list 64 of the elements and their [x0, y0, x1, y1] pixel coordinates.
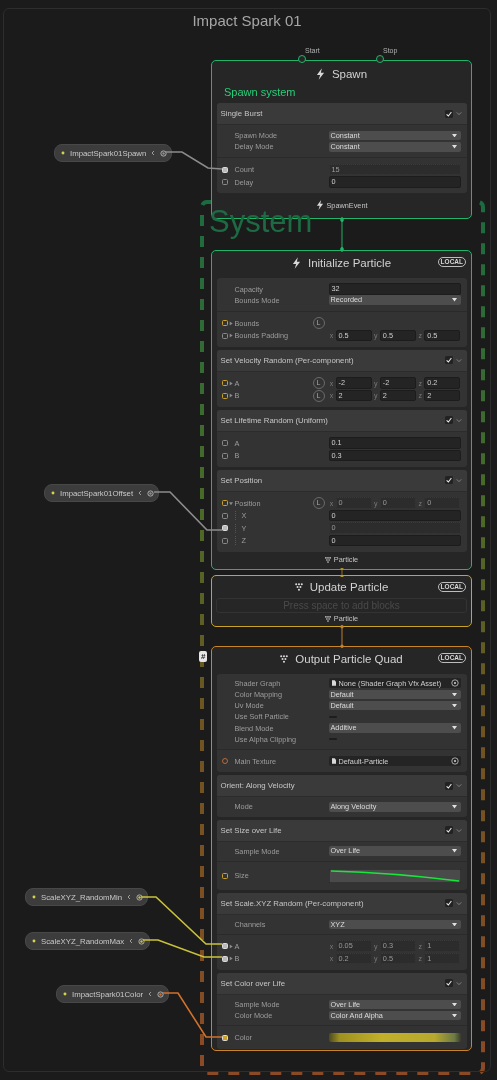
caret-icon: [451, 805, 457, 809]
lightning-icon: [291, 257, 301, 270]
lightning-icon: [315, 67, 325, 80]
flow-port-icon[interactable]: [376, 55, 384, 63]
port-icon[interactable]: [221, 500, 228, 506]
context-title: Initialize Particle: [307, 257, 392, 270]
port-icon[interactable]: [221, 380, 228, 386]
port-icon[interactable]: [221, 392, 228, 399]
expand-arrow-icon[interactable]: [228, 956, 233, 962]
chevron-left-icon[interactable]: [151, 150, 156, 156]
checkbox[interactable]: [444, 356, 453, 365]
chevron-left-icon[interactable]: [148, 991, 153, 997]
flow-port-icon[interactable]: [298, 55, 306, 63]
output-port-icon[interactable]: [136, 893, 144, 901]
particles-icon: [294, 582, 303, 591]
output-port-icon[interactable]: [160, 149, 168, 157]
port-dot-icon: [63, 992, 67, 996]
flag-badge: #: [199, 650, 208, 662]
chevron-left-icon[interactable]: [129, 938, 134, 944]
particles-icon: [280, 654, 289, 663]
expand-arrow-icon[interactable]: [228, 943, 233, 949]
caret-icon: [451, 133, 457, 138]
context-title: Spawn: [331, 67, 368, 80]
caret-icon: [451, 145, 457, 149]
checkbox[interactable]: [444, 899, 453, 908]
port-icon[interactable]: [221, 320, 228, 326]
graph-title: Impact Spark 01: [191, 11, 303, 31]
output-port-icon[interactable]: [147, 489, 155, 497]
chevron-left-icon[interactable]: [138, 490, 143, 496]
file-icon: [331, 680, 336, 687]
checkbox[interactable]: [444, 979, 453, 988]
port-dot-icon: [61, 151, 65, 155]
caret-icon: [451, 726, 457, 730]
port-dot-icon: [32, 939, 36, 943]
expand-arrow-icon[interactable]: [228, 393, 233, 398]
context-title: Output Particle Quad: [295, 652, 403, 665]
lightning-icon: [315, 200, 324, 211]
checkbox[interactable]: [444, 109, 453, 118]
port-dot-icon: [32, 895, 36, 899]
checkbox[interactable]: [444, 826, 453, 835]
checkbox[interactable]: [444, 416, 453, 425]
caret-icon: [451, 298, 457, 302]
expand-arrow-icon[interactable]: [228, 500, 233, 506]
curve-preview[interactable]: [328, 868, 461, 883]
system-name: Spawn system: [223, 86, 297, 100]
expand-arrow-icon[interactable]: [228, 380, 233, 386]
output-port-icon[interactable]: [157, 990, 165, 998]
particles-icon: [324, 556, 331, 563]
particles-icon: [324, 615, 331, 622]
target-icon[interactable]: [450, 679, 459, 688]
file-icon: [331, 758, 336, 765]
chevron-left-icon[interactable]: [127, 894, 132, 900]
gradient-preview[interactable]: [328, 1033, 461, 1043]
output-port-icon[interactable]: [138, 937, 146, 945]
checkbox[interactable]: [444, 476, 453, 485]
expand-arrow-icon[interactable]: [228, 333, 233, 338]
caret-icon: [451, 922, 457, 927]
context-title: Update Particle: [309, 580, 389, 593]
caret-icon: [451, 849, 457, 853]
port-icon[interactable]: [221, 872, 228, 879]
checkbox[interactable]: [444, 781, 453, 790]
expand-arrow-icon[interactable]: [228, 320, 233, 326]
target-icon[interactable]: [450, 757, 459, 766]
port-dot-icon: [51, 491, 55, 495]
